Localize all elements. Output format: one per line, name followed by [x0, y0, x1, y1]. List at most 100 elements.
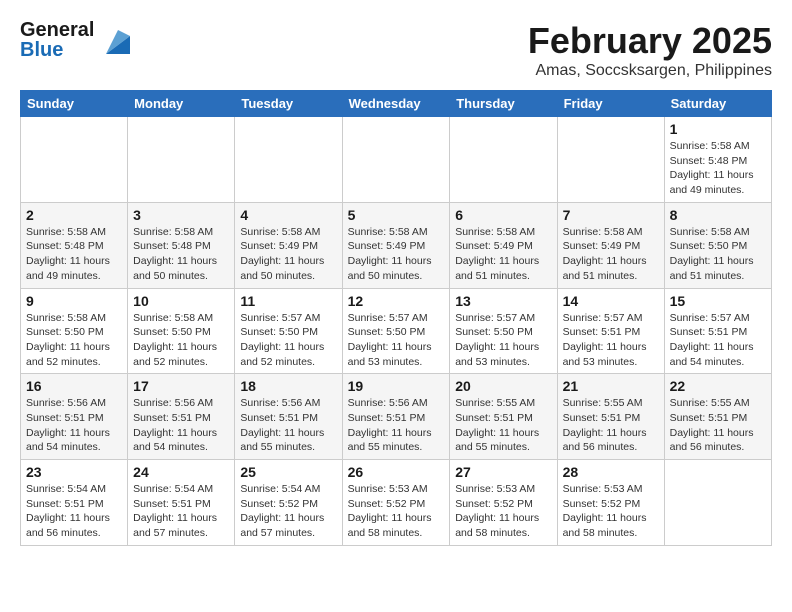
day-info: Sunrise: 5:57 AM Sunset: 5:51 PM Dayligh… [670, 311, 766, 370]
day-info: Sunrise: 5:55 AM Sunset: 5:51 PM Dayligh… [455, 396, 551, 455]
calendar-cell: 10 Sunrise: 5:58 AM Sunset: 5:50 PM Dayli… [128, 288, 235, 374]
day-number: 3 [133, 207, 229, 223]
calendar-week-4: 16 Sunrise: 5:56 AM Sunset: 5:51 PM Dayli… [21, 374, 772, 460]
weekday-header-row: SundayMondayTuesdayWednesdayThursdayFrid… [21, 91, 772, 117]
calendar-cell [342, 117, 450, 203]
day-info: Sunrise: 5:57 AM Sunset: 5:50 PM Dayligh… [240, 311, 336, 370]
calendar-table: SundayMondayTuesdayWednesdayThursdayFrid… [20, 90, 772, 546]
calendar-cell [21, 117, 128, 203]
day-info: Sunrise: 5:58 AM Sunset: 5:49 PM Dayligh… [563, 225, 659, 284]
day-number: 24 [133, 464, 229, 480]
calendar-cell [235, 117, 342, 203]
calendar-cell: 1Sunrise: 5:58 AM Sunset: 5:48 PM Daylig… [664, 117, 771, 203]
day-number: 28 [563, 464, 659, 480]
day-number: 13 [455, 293, 551, 309]
day-info: Sunrise: 5:56 AM Sunset: 5:51 PM Dayligh… [133, 396, 229, 455]
calendar-cell: 27 Sunrise: 5:53 AM Sunset: 5:52 PM Dayli… [450, 460, 557, 546]
day-info: Sunrise: 5:58 AM Sunset: 5:49 PM Dayligh… [455, 225, 551, 284]
title-block: February 2025 Amas, Soccsksargen, Philip… [528, 20, 772, 80]
calendar-cell: 18Sunrise: 5:56 AM Sunset: 5:51 PM Dayli… [235, 374, 342, 460]
day-number: 19 [348, 378, 445, 394]
day-number: 21 [563, 378, 659, 394]
day-number: 25 [240, 464, 336, 480]
page-header: General Blue February 2025 Amas, Soccsks… [20, 20, 772, 80]
weekday-header-friday: Friday [557, 91, 664, 117]
day-number: 15 [670, 293, 766, 309]
day-number: 11 [240, 293, 336, 309]
calendar-cell: 26 Sunrise: 5:53 AM Sunset: 5:52 PM Dayli… [342, 460, 450, 546]
day-info: Sunrise: 5:54 AM Sunset: 5:51 PM Dayligh… [133, 482, 229, 541]
calendar-cell: 8Sunrise: 5:58 AM Sunset: 5:50 PM Daylig… [664, 202, 771, 288]
day-info: Sunrise: 5:53 AM Sunset: 5:52 PM Dayligh… [348, 482, 445, 541]
day-info: Sunrise: 5:58 AM Sunset: 5:50 PM Dayligh… [133, 311, 229, 370]
day-info: Sunrise: 5:58 AM Sunset: 5:48 PM Dayligh… [26, 225, 122, 284]
day-info: Sunrise: 5:53 AM Sunset: 5:52 PM Dayligh… [563, 482, 659, 541]
calendar-week-3: 9 Sunrise: 5:58 AM Sunset: 5:50 PM Daylig… [21, 288, 772, 374]
calendar-cell [450, 117, 557, 203]
calendar-cell: 17 Sunrise: 5:56 AM Sunset: 5:51 PM Dayli… [128, 374, 235, 460]
logo-general: General [20, 20, 94, 40]
weekday-header-monday: Monday [128, 91, 235, 117]
calendar-cell: 24 Sunrise: 5:54 AM Sunset: 5:51 PM Dayli… [128, 460, 235, 546]
day-info: Sunrise: 5:58 AM Sunset: 5:48 PM Dayligh… [670, 139, 766, 198]
day-number: 5 [348, 207, 445, 223]
day-info: Sunrise: 5:55 AM Sunset: 5:51 PM Dayligh… [563, 396, 659, 455]
day-info: Sunrise: 5:58 AM Sunset: 5:50 PM Dayligh… [670, 225, 766, 284]
day-info: Sunrise: 5:54 AM Sunset: 5:52 PM Dayligh… [240, 482, 336, 541]
weekday-header-wednesday: Wednesday [342, 91, 450, 117]
location-title: Amas, Soccsksargen, Philippines [528, 62, 772, 80]
day-info: Sunrise: 5:57 AM Sunset: 5:50 PM Dayligh… [348, 311, 445, 370]
day-number: 6 [455, 207, 551, 223]
day-number: 10 [133, 293, 229, 309]
logo-icon [98, 26, 130, 54]
calendar-cell: 21 Sunrise: 5:55 AM Sunset: 5:51 PM Dayli… [557, 374, 664, 460]
calendar-cell: 9Sunrise: 5:58 AM Sunset: 5:50 PM Daylig… [21, 288, 128, 374]
day-info: Sunrise: 5:57 AM Sunset: 5:50 PM Dayligh… [455, 311, 551, 370]
day-number: 17 [133, 378, 229, 394]
calendar-cell: 28 Sunrise: 5:53 AM Sunset: 5:52 PM Dayli… [557, 460, 664, 546]
calendar-cell: 11 Sunrise: 5:57 AM Sunset: 5:50 PM Dayli… [235, 288, 342, 374]
calendar-cell: 15 Sunrise: 5:57 AM Sunset: 5:51 PM Dayli… [664, 288, 771, 374]
day-number: 20 [455, 378, 551, 394]
calendar-week-2: 2 Sunrise: 5:58 AM Sunset: 5:48 PM Daylig… [21, 202, 772, 288]
day-info: Sunrise: 5:54 AM Sunset: 5:51 PM Dayligh… [26, 482, 122, 541]
calendar-cell: 22 Sunrise: 5:55 AM Sunset: 5:51 PM Dayli… [664, 374, 771, 460]
weekday-header-thursday: Thursday [450, 91, 557, 117]
day-info: Sunrise: 5:56 AM Sunset: 5:51 PM Dayligh… [240, 396, 336, 455]
weekday-header-sunday: Sunday [21, 91, 128, 117]
month-title: February 2025 [528, 20, 772, 62]
day-number: 16 [26, 378, 122, 394]
calendar-week-5: 23 Sunrise: 5:54 AM Sunset: 5:51 PM Dayli… [21, 460, 772, 546]
calendar-cell [557, 117, 664, 203]
calendar-cell: 25 Sunrise: 5:54 AM Sunset: 5:52 PM Dayli… [235, 460, 342, 546]
day-info: Sunrise: 5:58 AM Sunset: 5:49 PM Dayligh… [240, 225, 336, 284]
calendar-cell [128, 117, 235, 203]
calendar-cell: 4 Sunrise: 5:58 AM Sunset: 5:49 PM Daylig… [235, 202, 342, 288]
calendar-cell: 23 Sunrise: 5:54 AM Sunset: 5:51 PM Dayli… [21, 460, 128, 546]
calendar-cell: 19Sunrise: 5:56 AM Sunset: 5:51 PM Dayli… [342, 374, 450, 460]
day-number: 2 [26, 207, 122, 223]
calendar-cell: 6 Sunrise: 5:58 AM Sunset: 5:49 PM Daylig… [450, 202, 557, 288]
day-number: 7 [563, 207, 659, 223]
calendar-cell: 7 Sunrise: 5:58 AM Sunset: 5:49 PM Daylig… [557, 202, 664, 288]
day-number: 9 [26, 293, 122, 309]
day-number: 4 [240, 207, 336, 223]
day-info: Sunrise: 5:57 AM Sunset: 5:51 PM Dayligh… [563, 311, 659, 370]
weekday-header-tuesday: Tuesday [235, 91, 342, 117]
calendar-week-1: 1Sunrise: 5:58 AM Sunset: 5:48 PM Daylig… [21, 117, 772, 203]
day-number: 14 [563, 293, 659, 309]
day-number: 26 [348, 464, 445, 480]
day-info: Sunrise: 5:53 AM Sunset: 5:52 PM Dayligh… [455, 482, 551, 541]
day-number: 23 [26, 464, 122, 480]
calendar-cell [664, 460, 771, 546]
day-info: Sunrise: 5:55 AM Sunset: 5:51 PM Dayligh… [670, 396, 766, 455]
day-number: 22 [670, 378, 766, 394]
calendar-cell: 3Sunrise: 5:58 AM Sunset: 5:48 PM Daylig… [128, 202, 235, 288]
calendar-cell: 20 Sunrise: 5:55 AM Sunset: 5:51 PM Dayli… [450, 374, 557, 460]
logo: General Blue [20, 20, 130, 60]
calendar-cell: 2 Sunrise: 5:58 AM Sunset: 5:48 PM Daylig… [21, 202, 128, 288]
day-info: Sunrise: 5:58 AM Sunset: 5:49 PM Dayligh… [348, 225, 445, 284]
calendar-cell: 13 Sunrise: 5:57 AM Sunset: 5:50 PM Dayli… [450, 288, 557, 374]
weekday-header-saturday: Saturday [664, 91, 771, 117]
day-number: 27 [455, 464, 551, 480]
